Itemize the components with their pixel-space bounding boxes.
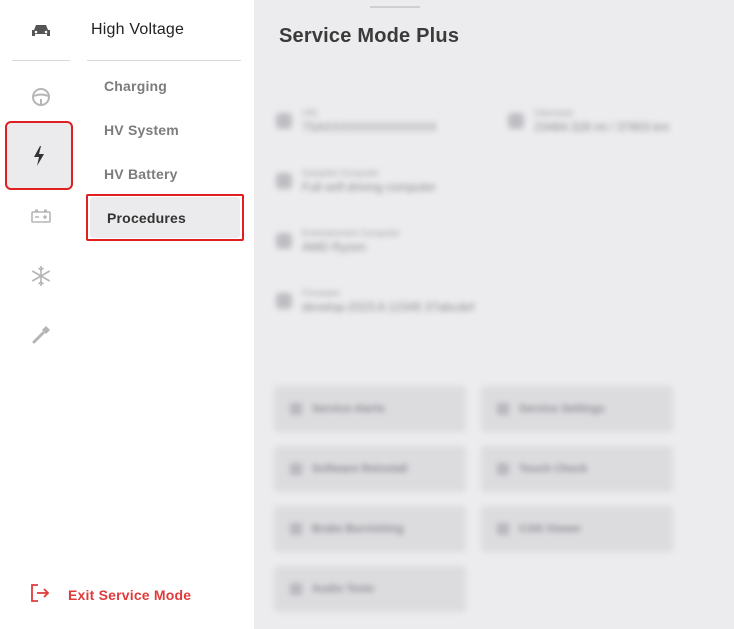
touch-icon xyxy=(497,463,509,475)
icon-rail xyxy=(0,0,82,629)
tile-can-viewer[interactable]: CAN Viewer xyxy=(481,506,673,552)
rail-item-tools[interactable] xyxy=(12,306,70,364)
snowflake-icon xyxy=(30,265,52,287)
car-icon xyxy=(30,23,52,39)
info-firmware: Firmware develop-2023.8.12345 37abcdef xyxy=(276,288,474,314)
tile-software-reinstall[interactable]: Software Reinstall xyxy=(274,446,466,492)
submenu-item-hv-system[interactable]: HV System xyxy=(87,108,241,152)
exit-icon xyxy=(30,583,50,606)
lightning-bolt-icon xyxy=(33,145,45,166)
network-icon xyxy=(497,523,509,535)
alert-icon xyxy=(290,403,302,415)
submenu-item-procedures[interactable]: Procedures xyxy=(90,197,240,238)
rail-item-driving[interactable] xyxy=(12,68,70,126)
scroll-indicator xyxy=(370,6,420,8)
tile-service-alerts[interactable]: Service Alerts xyxy=(274,386,466,432)
steering-wheel-icon xyxy=(276,173,292,189)
exit-label: Exit Service Mode xyxy=(68,586,192,603)
download-icon xyxy=(290,463,302,475)
info-odometer: Odometer 23484.328 mi / 37803 km xyxy=(508,108,669,134)
tile-brake-burnishing[interactable]: Brake Burnishing xyxy=(274,506,466,552)
submenu-panel: High Voltage Charging HV System HV Batte… xyxy=(82,0,254,629)
blurred-overview: VIN 7SAXXXXXXXXXXXXXX Odometer 23484.328 m… xyxy=(254,90,734,629)
submenu-divider xyxy=(87,60,241,61)
steering-wheel-icon xyxy=(31,87,51,107)
submenu-title: High Voltage xyxy=(91,21,185,38)
tile-audio-tests[interactable]: Audio Tests xyxy=(274,566,466,612)
exit-service-mode-button[interactable]: Exit Service Mode xyxy=(30,583,191,606)
rail-divider xyxy=(12,60,70,61)
main-content: Service Mode Plus VIN 7SAXXXXXXXXXXXXXX O… xyxy=(254,0,734,629)
settings-icon xyxy=(497,403,509,415)
submenu-item-charging[interactable]: Charging xyxy=(87,64,241,108)
gear-icon xyxy=(276,293,292,309)
info-vin: VIN 7SAXXXXXXXXXXXXXX xyxy=(276,108,437,134)
speaker-icon xyxy=(290,583,302,595)
rail-item-vehicle[interactable] xyxy=(12,2,70,60)
wrench-icon xyxy=(30,324,52,346)
document-icon xyxy=(276,113,292,129)
submenu-item-hv-battery[interactable]: HV Battery xyxy=(87,152,241,196)
info-autopilot: Autopilot Computer Full self-driving comp… xyxy=(276,168,436,194)
rail-item-battery[interactable] xyxy=(12,187,70,245)
odometer-icon xyxy=(508,113,524,129)
chip-icon xyxy=(276,233,292,249)
rail-item-climate[interactable] xyxy=(12,247,70,305)
brake-icon xyxy=(290,523,302,535)
info-entertainment: Entertainment Computer AMD Ryzen xyxy=(276,228,400,254)
tile-touch-check[interactable]: Touch Check xyxy=(481,446,673,492)
tile-service-settings[interactable]: Service Settings xyxy=(481,386,673,432)
rail-item-high-voltage[interactable] xyxy=(5,121,73,190)
battery-icon xyxy=(30,208,52,224)
page-title: Service Mode Plus xyxy=(279,25,460,47)
